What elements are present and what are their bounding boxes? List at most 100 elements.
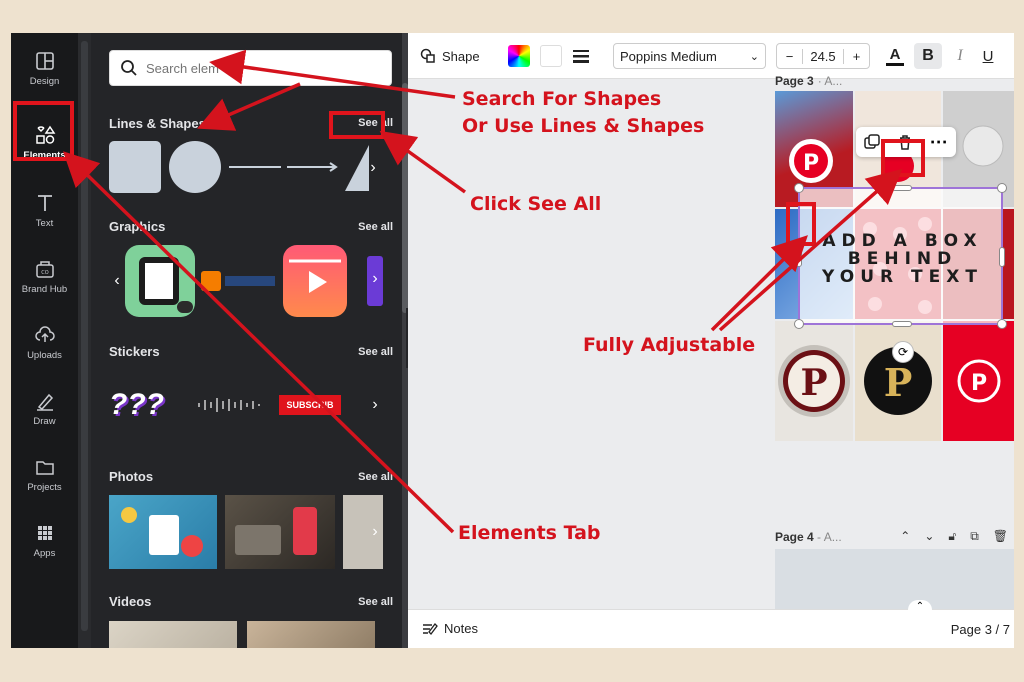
border-color-button[interactable] [540, 45, 562, 67]
page3-title: · A... [817, 74, 843, 88]
annotation-box-elements [13, 101, 74, 161]
italic-button[interactable]: I [950, 43, 970, 69]
scroll-thumb[interactable] [81, 41, 88, 631]
chevron-left-icon[interactable]: ‹ [109, 261, 125, 301]
box-text-line[interactable]: ADD A BOX [800, 231, 1005, 251]
photos-row [109, 495, 383, 569]
chevron-up-icon[interactable]: ⌃ [900, 529, 910, 544]
section-title-lines-shapes: Lines & Shapes [109, 116, 206, 131]
video-thumb[interactable] [109, 621, 237, 648]
video-thumb[interactable] [247, 621, 375, 648]
svg-text:P: P [800, 362, 827, 404]
photo-thumb[interactable] [225, 495, 335, 569]
resize-handle-bottom[interactable] [892, 321, 912, 327]
shape-label: Shape [442, 48, 480, 64]
resize-handle[interactable] [794, 183, 804, 193]
lock-icon[interactable]: 🔓︎ [948, 529, 956, 544]
font-family-select[interactable]: Poppins Medium ⌄ [613, 43, 766, 69]
annotation-elements-tab: Elements Tab [458, 522, 601, 544]
videos-row [109, 621, 375, 648]
rail-item-design[interactable]: Design [11, 37, 78, 99]
more-options-icon[interactable]: ⋯ [930, 133, 948, 151]
annotation-or-use: Or Use Lines & Shapes [462, 115, 705, 137]
duplicate-page-icon[interactable]: ⧉ [970, 529, 979, 544]
rail-item-uploads[interactable]: Uploads [11, 311, 78, 373]
page4-header: Page 4 - A... ⌃ ⌄ 🔓︎ ⧉ 🗑︎ [775, 529, 1014, 544]
color-swatch-button[interactable] [508, 45, 530, 67]
graphic-reels-logo[interactable] [283, 245, 347, 317]
see-all-stickers[interactable]: See all [358, 346, 393, 358]
font-size-stepper[interactable]: − 24.5 + [776, 43, 870, 69]
chevron-up-icon[interactable]: ⌃ [908, 600, 932, 612]
increase-size-button[interactable]: + [843, 48, 869, 64]
page3-label: Page 3 [775, 74, 814, 88]
design-icon [35, 51, 54, 70]
section-title-graphics: Graphics [109, 219, 166, 234]
font-size-value[interactable]: 24.5 [803, 49, 843, 64]
box-text-line[interactable]: YOUR TEXT [800, 267, 1005, 287]
selected-text-box[interactable]: ADD A BOX BEHIND YOUR TEXT ⟳ [794, 183, 1007, 363]
sticker-subscribe[interactable]: SUBSCRIB [279, 395, 341, 415]
resize-handle[interactable] [997, 183, 1007, 193]
status-bar: ⌃ Notes Page 3 / 7 [408, 600, 1014, 648]
graphic-p-logo[interactable] [125, 245, 195, 317]
rail-label: Draw [33, 415, 56, 427]
upload-icon [34, 325, 55, 342]
rail-item-projects[interactable]: Projects [11, 443, 78, 505]
resize-handle-right[interactable] [999, 247, 1005, 267]
page-indicator[interactable]: Page 3 / 7 [951, 622, 1010, 637]
annotation-box-top-handle [881, 139, 925, 177]
see-all-graphics[interactable]: See all [358, 221, 393, 233]
search-input[interactable] [146, 60, 346, 76]
rotate-icon[interactable]: ⟳ [892, 341, 914, 363]
apps-grid-icon [37, 525, 52, 540]
pinterest-tile: P [775, 321, 853, 441]
see-all-photos[interactable]: See all [358, 471, 393, 483]
border-style-button[interactable] [572, 43, 590, 69]
chevron-right-icon[interactable]: › [363, 512, 387, 552]
chevron-right-icon[interactable]: › [363, 259, 387, 299]
pinterest-tile: P [855, 321, 941, 441]
trash-icon[interactable]: 🗑︎ [993, 529, 1008, 544]
rail-label: Projects [27, 481, 62, 493]
resize-handle-left[interactable] [796, 247, 802, 267]
text-icon [37, 194, 52, 211]
rail-item-brand-hub[interactable]: CO Brand Hub [11, 245, 78, 307]
rail-label: Text [35, 217, 54, 229]
photo-thumb[interactable] [109, 495, 217, 569]
search-icon [121, 60, 137, 76]
duplicate-icon[interactable] [864, 134, 881, 150]
line-weight-icon [573, 50, 589, 63]
decrease-size-button[interactable]: − [777, 48, 803, 64]
sticker-soundwave[interactable] [189, 381, 269, 429]
search-box[interactable] [109, 50, 392, 86]
shape-icon [420, 48, 435, 63]
graphics-row: ‹ [109, 245, 383, 317]
chevron-down-icon[interactable]: ⌄ [924, 529, 934, 544]
annotation-fully-adjustable: Fully Adjustable [583, 334, 756, 356]
box-text-line[interactable]: BEHIND [800, 249, 1005, 269]
see-all-videos[interactable]: See all [358, 596, 393, 608]
page4-title: - A... [817, 529, 842, 544]
rail-item-text[interactable]: Text [11, 179, 78, 241]
circle-shape[interactable] [169, 141, 221, 193]
line-shape[interactable] [227, 141, 283, 193]
underline-button[interactable]: U [978, 43, 998, 69]
graphic-blogger-logo[interactable] [201, 245, 283, 317]
notes-button[interactable]: Notes [422, 621, 478, 636]
resize-handle-top[interactable] [892, 185, 912, 191]
rail-item-draw[interactable]: Draw [11, 377, 78, 439]
shape-button[interactable]: Shape [420, 43, 480, 69]
rail-scrollbar[interactable] [78, 33, 91, 648]
resize-handle[interactable] [794, 319, 804, 329]
notes-icon [423, 622, 438, 635]
chevron-right-icon[interactable]: › [361, 148, 385, 188]
rail-item-apps[interactable]: Apps [11, 509, 78, 571]
arrow-line-shape[interactable] [285, 141, 341, 193]
bold-button[interactable]: B [914, 43, 942, 69]
resize-handle[interactable] [997, 319, 1007, 329]
sticker-question-marks[interactable]: ??? [109, 381, 179, 429]
square-shape[interactable] [109, 141, 161, 193]
text-color-button[interactable]: A [884, 43, 906, 69]
chevron-right-icon[interactable]: › [363, 385, 387, 425]
